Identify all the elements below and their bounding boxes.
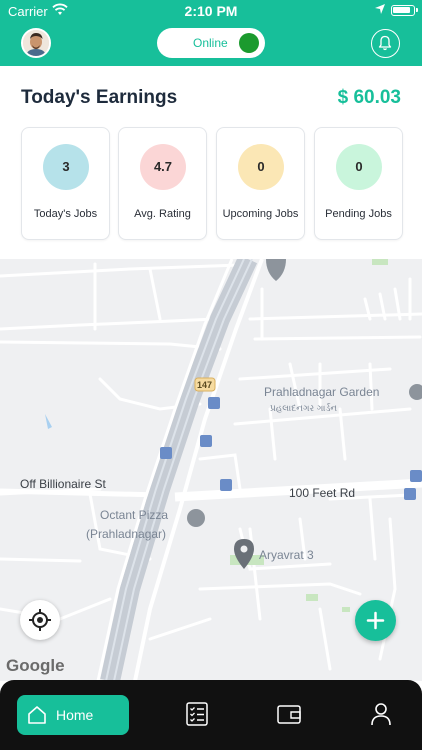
bell-icon xyxy=(378,35,392,51)
stat-value: 3 xyxy=(43,144,89,190)
map-place-label: પ્રહલાદનગર ગાર્ડન xyxy=(270,403,338,413)
map-road-label: 100 Feet Rd xyxy=(289,486,356,500)
app-screen: Carrier 2:10 PM Online Today's Earnings … xyxy=(0,0,422,750)
online-status-toggle[interactable]: Online xyxy=(157,28,265,58)
status-bar: Carrier 2:10 PM xyxy=(0,0,422,22)
nav-wallet-button[interactable] xyxy=(275,700,303,728)
stat-label: Upcoming Jobs xyxy=(222,208,299,220)
map-road-label: Off Billionaire St xyxy=(20,477,106,491)
plus-icon xyxy=(366,611,385,630)
battery-icon xyxy=(391,5,418,16)
route-shield-label: 147 xyxy=(197,380,213,390)
map-place-label: Prahladnagar Garden xyxy=(264,385,380,399)
nav-profile-button[interactable] xyxy=(367,700,395,728)
stat-card-upcoming-jobs[interactable]: 0 Upcoming Jobs xyxy=(216,127,305,240)
avatar[interactable] xyxy=(21,28,51,58)
crosshair-icon xyxy=(29,609,51,631)
stat-card-todays-jobs[interactable]: 3 Today's Jobs xyxy=(21,127,110,240)
map-place-label: Aryavrat 3 xyxy=(259,548,314,562)
location-arrow-icon xyxy=(374,3,386,18)
stat-value: 0 xyxy=(238,144,284,190)
my-location-button[interactable] xyxy=(20,600,60,640)
google-logo: Google xyxy=(6,656,65,675)
stat-label: Avg. Rating xyxy=(134,208,191,220)
stat-value: 0 xyxy=(336,144,382,190)
person-icon xyxy=(371,703,391,726)
notifications-button[interactable] xyxy=(371,29,400,58)
map-place-label: (Prahladnagar) xyxy=(86,527,167,541)
clock: 2:10 PM xyxy=(184,3,238,19)
stat-label: Pending Jobs xyxy=(325,208,392,220)
nav-home-button[interactable]: Home xyxy=(17,695,129,735)
earnings-title: Today's Earnings xyxy=(21,87,178,108)
top-header: Carrier 2:10 PM Online xyxy=(0,0,422,66)
stat-card-avg-rating[interactable]: 4.7 Avg. Rating xyxy=(118,127,207,240)
toggle-knob xyxy=(239,33,259,53)
online-status-label: Online xyxy=(193,36,228,50)
wallet-icon xyxy=(277,705,301,724)
stat-card-pending-jobs[interactable]: 0 Pending Jobs xyxy=(314,127,403,240)
add-button[interactable] xyxy=(355,600,396,641)
nav-jobs-button[interactable] xyxy=(183,700,211,728)
checklist-icon xyxy=(186,702,208,726)
earnings-amount: $ 60.03 xyxy=(337,87,401,108)
stat-value: 4.7 xyxy=(140,144,186,190)
nav-home-label: Home xyxy=(56,707,94,723)
home-icon xyxy=(28,706,46,724)
stat-label: Today's Jobs xyxy=(33,208,98,220)
bottom-navigation: Home xyxy=(0,680,422,750)
map-place-label: Octant Pizza xyxy=(100,508,169,522)
